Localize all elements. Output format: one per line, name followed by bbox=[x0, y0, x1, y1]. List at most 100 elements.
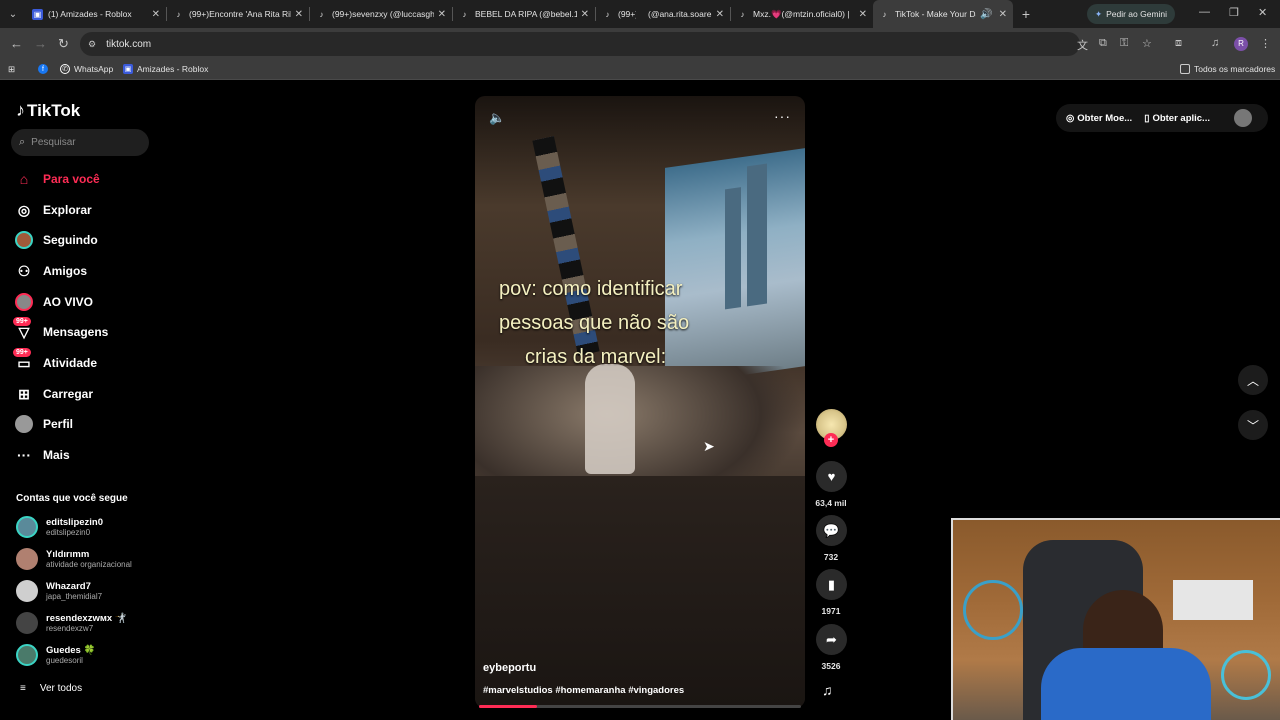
install-app-icon[interactable]: ⧉ bbox=[1099, 37, 1107, 50]
like-button[interactable]: ♥ bbox=[816, 461, 847, 492]
url-bar[interactable]: ⚙ tiktok.com bbox=[80, 32, 1080, 56]
close-icon[interactable]: ✕ bbox=[999, 9, 1007, 20]
tiktok-logo[interactable]: ♪ TikTok bbox=[16, 100, 80, 121]
nav-item-explore[interactable]: ◎ Explorar bbox=[15, 201, 92, 219]
tab-search-chevron-icon[interactable]: ⌄ bbox=[0, 0, 26, 28]
following-account[interactable]: editslipezin0 editslipezin0 bbox=[16, 516, 103, 538]
tiktok-icon: ♪ bbox=[176, 9, 181, 19]
nav-label: AO VIVO bbox=[43, 295, 94, 309]
follow-plus-button[interactable]: + bbox=[824, 433, 838, 447]
apps-grid-icon[interactable]: ⊞ bbox=[8, 64, 15, 75]
gemini-icon: ✦ bbox=[1094, 8, 1103, 19]
browser-menu-icon[interactable]: ⋮ bbox=[1260, 37, 1271, 50]
get-coins-button[interactable]: ◎ Obter Moe... bbox=[1066, 113, 1132, 124]
close-window-icon[interactable]: ✕ bbox=[1258, 6, 1267, 19]
following-account[interactable]: Yıldırımm atividade organizacional bbox=[16, 548, 132, 570]
tiktok-icon: ♪ bbox=[882, 9, 887, 19]
more-options-icon[interactable]: ··· bbox=[774, 108, 791, 124]
music-disc-icon[interactable]: ♫ bbox=[822, 682, 833, 698]
all-bookmarks[interactable]: Todos os marcadores bbox=[1180, 64, 1275, 74]
bookmark-roblox[interactable]: ▣ Amizades - Roblox bbox=[123, 64, 208, 74]
tiktok-icon: ♪ bbox=[319, 9, 324, 19]
minimize-icon[interactable]: — bbox=[1199, 6, 1210, 18]
following-account[interactable]: resendexzwᴍx 🤺 resendexzw7 bbox=[16, 612, 127, 634]
bookmark-whatsapp[interactable]: ✆ WhatsApp bbox=[60, 64, 113, 74]
bookmark-star-icon[interactable]: ☆ bbox=[1142, 37, 1152, 50]
media-control-icon[interactable]: ♫ bbox=[1211, 37, 1219, 49]
tab-title: Mxz.💗(@mtzin.oficial0) | bbox=[753, 8, 850, 19]
share-count: 3526 bbox=[821, 661, 841, 671]
nav-label: Perfil bbox=[43, 417, 74, 431]
following-account[interactable]: Whazard7 japa_themidial7 bbox=[16, 580, 102, 602]
video-hashtags[interactable]: #marvelstudios #homemaranha #vingadores bbox=[483, 685, 684, 696]
webcam-scene-fan bbox=[1221, 650, 1271, 700]
get-app-button[interactable]: ▯ Obter aplic... bbox=[1144, 113, 1210, 124]
new-tab-button[interactable]: + bbox=[1013, 6, 1039, 22]
live-icon bbox=[15, 293, 33, 311]
nav-item-messages[interactable]: ▽ 99+ Mensagens bbox=[13, 317, 108, 341]
get-coins-label: Obter Moe... bbox=[1077, 112, 1133, 124]
nav-item-more[interactable]: ··· Mais bbox=[15, 446, 70, 464]
comment-button[interactable]: 💬 bbox=[816, 515, 847, 546]
nav-item-for-you[interactable]: ⌂ Para você bbox=[15, 170, 100, 188]
close-icon[interactable]: ✕ bbox=[438, 9, 446, 20]
tab-title: (@ana.rita.soare bbox=[648, 9, 712, 19]
video-author[interactable]: eybeportu bbox=[483, 662, 536, 674]
tiktok-icon: ♪ bbox=[605, 9, 610, 19]
nav-item-following[interactable]: Seguindo bbox=[15, 231, 98, 249]
close-icon[interactable]: ✕ bbox=[295, 9, 303, 20]
search-input[interactable]: ⌕ Pesquisar bbox=[11, 129, 149, 156]
user-avatar[interactable] bbox=[1234, 109, 1252, 127]
previous-video-button[interactable]: ︿ bbox=[1238, 365, 1268, 395]
notification-badge: 99+ bbox=[13, 317, 31, 326]
forward-arrow-icon[interactable]: → bbox=[34, 36, 47, 51]
close-icon[interactable]: ✕ bbox=[581, 9, 589, 20]
close-icon[interactable]: ✕ bbox=[859, 9, 867, 20]
roblox-icon: ▣ bbox=[32, 8, 43, 20]
volume-icon[interactable]: 🔈 bbox=[489, 110, 505, 126]
browser-tab[interactable]: ♪ (99+)Encontre 'Ana Rita Rib ✕ bbox=[167, 0, 309, 28]
reload-icon[interactable]: ↻ bbox=[58, 36, 69, 52]
avatar bbox=[16, 644, 38, 666]
account-username: japa_themidial7 bbox=[46, 592, 103, 601]
compass-icon: ◎ bbox=[17, 201, 31, 218]
heart-icon: ♥ bbox=[827, 469, 836, 484]
share-button[interactable]: ➦ bbox=[816, 624, 847, 655]
password-key-icon[interactable]: ⚿ bbox=[1120, 37, 1128, 50]
bookmarks-bar: ⊞ f ✆ WhatsApp ▣ Amizades - Roblox Todos… bbox=[0, 60, 1280, 80]
browser-tab[interactable]: ♪ (99+) bbox=[596, 0, 642, 28]
bookmark-facebook[interactable]: f bbox=[38, 64, 52, 74]
see-all-link[interactable]: ≡ Ver todos bbox=[20, 683, 82, 694]
browser-profile-avatar[interactable]: R bbox=[1234, 37, 1248, 51]
next-video-button[interactable]: ﹀ bbox=[1238, 410, 1268, 440]
close-icon[interactable]: ✕ bbox=[152, 9, 160, 20]
following-account[interactable]: Guedes 🍀 guedesoril bbox=[16, 644, 95, 666]
browser-tab[interactable]: ♪ BEBEL DA RIPA (@bebel.16 ✕ bbox=[453, 0, 595, 28]
browser-tab-active[interactable]: ♪ TikTok - Make Your Da 🔊 ✕ bbox=[873, 0, 1013, 28]
nav-item-activity[interactable]: ▭ 99+ Atividade bbox=[13, 348, 97, 372]
save-button[interactable]: ▮ bbox=[816, 569, 847, 600]
nav-item-live[interactable]: AO VIVO bbox=[15, 293, 93, 311]
close-icon[interactable]: ✕ bbox=[716, 9, 724, 20]
nav-item-upload[interactable]: ⊞ Carregar bbox=[15, 385, 93, 403]
gemini-label: Pedir ao Gemini bbox=[1106, 9, 1168, 19]
site-info-icon[interactable]: ⚙ bbox=[88, 39, 96, 50]
back-arrow-icon[interactable]: ← bbox=[10, 36, 23, 51]
ask-gemini-button[interactable]: ✦ Pedir ao Gemini bbox=[1087, 4, 1175, 24]
browser-tab[interactable]: ♪ (99+)sevenzxy (@luccasgh ✕ bbox=[310, 0, 452, 28]
video-progress-bar[interactable] bbox=[479, 705, 801, 708]
browser-tab[interactable]: ♪ Mxz.💗(@mtzin.oficial0) | ✕ bbox=[731, 0, 873, 28]
restore-icon[interactable]: ❐ bbox=[1229, 6, 1239, 19]
speaker-icon[interactable]: 🔊 bbox=[980, 9, 992, 20]
video-player[interactable]: pov: como identificar pessoas que não sã… bbox=[475, 96, 805, 708]
extensions-icon[interactable]: ⧈ bbox=[1175, 37, 1182, 50]
notification-badge: 99+ bbox=[13, 348, 31, 357]
nav-item-profile[interactable]: Perfil bbox=[15, 415, 73, 433]
nav-item-friends[interactable]: ⚇ Amigos bbox=[15, 262, 87, 280]
comment-count: 732 bbox=[823, 552, 839, 562]
browser-tab[interactable]: (@ana.rita.soare ✕ bbox=[642, 0, 730, 28]
browser-tab[interactable]: ▣ (1) Amizades - Roblox ✕ bbox=[26, 0, 166, 28]
phone-icon: ▯ bbox=[1144, 112, 1150, 124]
translate-icon[interactable]: 文 bbox=[1077, 37, 1088, 53]
tab-title: (99+) bbox=[618, 9, 636, 19]
